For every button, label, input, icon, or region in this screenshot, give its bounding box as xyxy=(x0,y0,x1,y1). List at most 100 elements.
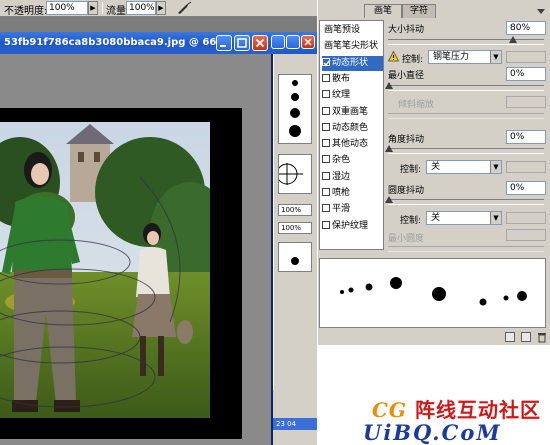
palette-menu-icon[interactable] xyxy=(536,6,546,16)
brush-setting-item[interactable]: 湿边 xyxy=(322,170,383,185)
watermark-cg: CG xyxy=(372,398,407,422)
control-roundness-select[interactable]: 关 ▼ xyxy=(426,211,502,225)
control-size-select-value: 钢笔压力 xyxy=(433,52,470,62)
roundness-jitter-slider[interactable] xyxy=(385,196,544,205)
brush-setting-item[interactable]: 杂色 xyxy=(322,153,383,168)
flow-dropdown-button[interactable]: ▶ xyxy=(156,1,166,15)
flow-field[interactable]: 100% xyxy=(126,1,156,15)
roundness-jitter-slider-thumb[interactable] xyxy=(385,196,393,203)
watermark-chinese: 阵线互动社区 xyxy=(414,398,541,422)
brush-setting-label: 画笔预设 xyxy=(324,25,361,35)
control-angle-select-value: 关 xyxy=(431,162,441,172)
canvas-area[interactable] xyxy=(0,54,271,445)
min-roundness-label: 最小圆度 xyxy=(388,234,425,244)
control-angle-select[interactable]: 关 ▼ xyxy=(426,160,502,174)
min-diameter-slider-thumb[interactable] xyxy=(385,82,393,89)
brush-setting-item[interactable]: 散布 xyxy=(322,72,383,87)
document-title-bar[interactable]: 53fb91f786ca8b3080bbaca9.jpg @ 66... xyxy=(0,32,273,54)
photo-image[interactable] xyxy=(0,122,210,418)
second-window-title-bar[interactable] xyxy=(271,32,317,54)
document-window: 53fb91f786ca8b3080bbaca9.jpg @ 66... xyxy=(0,32,273,445)
close-button[interactable] xyxy=(252,35,268,51)
checkbox[interactable] xyxy=(322,220,330,229)
brush-options-icon[interactable] xyxy=(505,332,515,342)
checkbox[interactable] xyxy=(322,155,330,164)
airbrush-icon[interactable] xyxy=(176,1,192,15)
brush-thumbnail-grid[interactable] xyxy=(278,74,312,144)
tilt-scale-label: 倾斜缩放 xyxy=(398,100,435,110)
new-brush-icon[interactable] xyxy=(521,332,531,342)
brush-setting-item[interactable]: 其他动态 xyxy=(322,137,383,152)
checkbox[interactable] xyxy=(322,90,330,99)
control-size-select[interactable]: 钢笔压力 ▼ xyxy=(428,50,502,64)
min-roundness-slider xyxy=(388,246,544,252)
size-jitter-slider[interactable] xyxy=(388,36,544,45)
control-roundness-fade-field xyxy=(506,212,546,224)
checkbox[interactable] xyxy=(322,122,330,131)
angle-jitter-value[interactable]: 0% xyxy=(506,130,546,144)
trash-icon[interactable] xyxy=(537,332,547,343)
control-size-label: 控制: xyxy=(402,55,424,65)
brush-setting-item[interactable]: 动态颜色 xyxy=(322,121,383,136)
brush-setting-label: 喷枪 xyxy=(332,188,351,198)
brush-setting-label: 画笔笔尖形状 xyxy=(324,41,379,52)
tab-characters[interactable]: 字符 xyxy=(402,4,436,18)
angle-jitter-slider-thumb[interactable] xyxy=(385,145,393,152)
opacity-field[interactable]: 100% xyxy=(46,1,88,15)
opacity-label: 不透明度: xyxy=(4,6,48,17)
brush-setting-label: 湿边 xyxy=(332,171,351,182)
zoom-field-b[interactable]: 100% xyxy=(278,222,312,234)
min-diameter-label: 最小直径 xyxy=(388,71,425,81)
zoom-field-a[interactable]: 100% xyxy=(278,204,312,216)
brush-setting-item[interactable]: 画笔笔尖形状 xyxy=(322,39,383,54)
control-roundness-select-value: 关 xyxy=(431,213,441,223)
second-window-close-button[interactable] xyxy=(301,35,315,49)
control-roundness-label: 控制: xyxy=(400,216,422,226)
brush-setting-label: 双重画笔 xyxy=(332,106,369,117)
palette-footer xyxy=(317,330,550,345)
min-diameter-slider[interactable] xyxy=(385,82,544,91)
brush-setting-item[interactable]: 保护纹理 xyxy=(322,219,383,234)
brush-setting-label: 动态颜色 xyxy=(332,122,369,133)
angle-jitter-slider[interactable] xyxy=(385,145,544,154)
size-jitter-slider-thumb[interactable] xyxy=(508,36,517,43)
checkbox[interactable] xyxy=(322,188,330,196)
brush-setting-label: 纹理 xyxy=(332,90,351,101)
checkbox[interactable] xyxy=(322,57,331,66)
chevron-down-icon[interactable]: ▼ xyxy=(490,51,501,63)
brush-setting-item[interactable]: 纹理 xyxy=(322,88,383,103)
checkbox[interactable] xyxy=(322,139,330,148)
brush-settings-list: 画笔预设画笔笔尖形状动态形状 散布纹理双重画笔动态颜色其他动态 杂色湿边喷枪平滑保护… xyxy=(319,20,384,250)
opacity-dropdown-button[interactable]: ▶ xyxy=(88,1,98,15)
site-watermark: CG 阵线互动社区 xyxy=(372,394,541,423)
brush-stroke-preview xyxy=(319,258,546,328)
chevron-down-icon[interactable]: ▼ xyxy=(490,212,501,224)
maximize-button[interactable] xyxy=(234,35,250,51)
checkbox[interactable] xyxy=(322,204,330,213)
separator xyxy=(102,2,103,14)
brush-setting-item[interactable]: 动态形状 xyxy=(322,55,383,71)
second-window: 100% 100% xyxy=(273,54,317,390)
brush-setting-item[interactable]: 画笔预设 xyxy=(322,23,383,38)
control-angle-label: 控制: xyxy=(400,165,422,175)
checkbox[interactable] xyxy=(322,73,330,82)
brush-setting-item[interactable]: 喷枪 xyxy=(322,186,383,201)
second-window-maximize-button[interactable] xyxy=(286,35,300,49)
tilt-scale-slider xyxy=(388,113,544,119)
brush-setting-item[interactable]: 双重画笔 xyxy=(322,105,383,120)
minimize-button[interactable] xyxy=(216,35,232,51)
checkbox[interactable] xyxy=(322,171,330,180)
roundness-jitter-value[interactable]: 0% xyxy=(506,181,546,195)
brush-setting-item[interactable]: 平滑 xyxy=(322,202,383,217)
tab-brushes[interactable]: 画笔 xyxy=(364,4,402,18)
shape-dynamics-panel: 大小抖动 80% 控制: 钢笔压力 ▼ 最小直径 0% 倾斜缩放 角度抖动 0%… xyxy=(385,20,550,252)
size-jitter-value[interactable]: 80% xyxy=(506,21,546,35)
min-roundness-value xyxy=(506,229,546,241)
chevron-down-icon[interactable]: ▼ xyxy=(490,161,501,173)
min-diameter-value[interactable]: 0% xyxy=(506,67,546,81)
second-window-minimize-button[interactable] xyxy=(271,35,285,49)
checkbox[interactable] xyxy=(322,106,330,115)
small-brush-preview xyxy=(278,242,312,272)
roundness-jitter-label: 圆度抖动 xyxy=(388,186,425,196)
tilt-scale-value xyxy=(506,96,546,108)
